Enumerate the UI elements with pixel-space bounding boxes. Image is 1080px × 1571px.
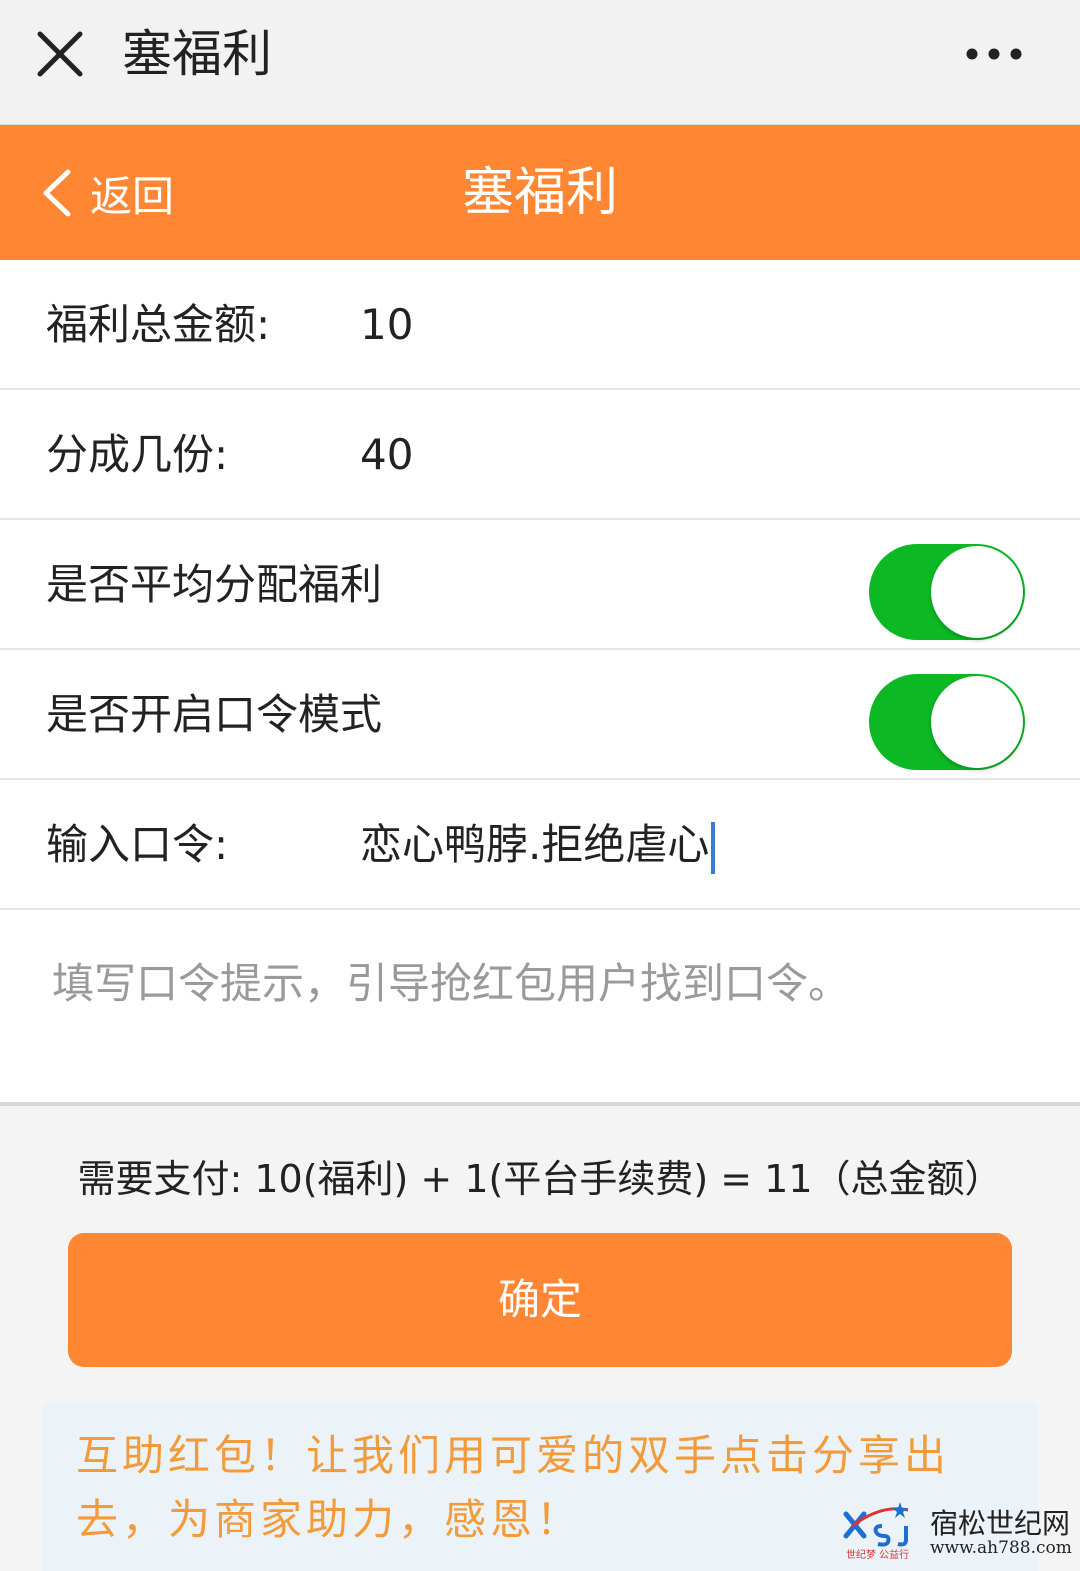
password-mode-row: 是否开启口令模式 <box>0 650 1080 780</box>
even-split-label: 是否平均分配福利 <box>46 560 383 609</box>
password-mode-toggle[interactable] <box>869 674 1025 770</box>
password-label: 输入口令: <box>46 820 229 869</box>
watermark-sub: 世纪梦 公益行 <box>846 1550 910 1561</box>
even-split-toggle[interactable] <box>869 544 1025 640</box>
total-amount-label: 福利总金额: <box>46 300 271 349</box>
window-title: 塞福利 <box>122 25 272 83</box>
page-title: 塞福利 <box>461 163 618 223</box>
toggle-knob <box>931 676 1023 768</box>
password-row: 输入口令: 恋心鸭脖.拒绝虐心 <box>0 780 1080 910</box>
toggle-knob <box>931 546 1023 638</box>
split-count-input[interactable]: 40 <box>360 390 413 520</box>
watermark-url: www.ah788.com <box>930 1538 1072 1558</box>
promo-text: 互助红包！让我们用可爱的双手点击分享出去，为商家助力，感恩！ <box>76 1431 951 1544</box>
password-input[interactable]: 恋心鸭脖.拒绝虐心 <box>360 780 716 910</box>
red-packet-form: 福利总金额: 10 分成几份: 40 是否平均分配福利 是否开启口令模式 输入口… <box>0 260 1080 910</box>
password-hint-textarea[interactable]: 填写口令提示，引导抢红包用户找到口令。 <box>0 910 1080 1106</box>
nav-bar: 返回 塞福利 <box>0 125 1080 260</box>
confirm-button[interactable]: 确定 <box>68 1233 1012 1367</box>
split-count-row: 分成几份: 40 <box>0 390 1080 520</box>
split-count-label: 分成几份: <box>46 430 229 479</box>
window-title-bar: 塞福利 <box>0 0 1080 125</box>
total-amount-input[interactable]: 10 <box>360 260 413 390</box>
password-value: 恋心鸭脖.拒绝虐心 <box>360 820 710 869</box>
password-mode-label: 是否开启口令模式 <box>46 690 383 739</box>
watermark: 世纪梦 公益行 宿松世纪网 www.ah788.com <box>842 1498 1074 1564</box>
more-dots-icon[interactable] <box>964 44 1024 64</box>
even-split-row: 是否平均分配福利 <box>0 520 1080 650</box>
watermark-name: 宿松世纪网 <box>930 1507 1071 1540</box>
password-hint-placeholder: 填写口令提示，引导抢红包用户找到口令。 <box>52 959 851 1008</box>
text-cursor <box>711 821 716 874</box>
watermark-logo-icon <box>843 1502 909 1547</box>
payment-summary: 需要支付: 10(福利) + 1(平台手续费) = 11（总金额） <box>77 1157 1003 1201</box>
close-icon[interactable] <box>36 30 84 78</box>
total-amount-row: 福利总金额: 10 <box>0 260 1080 390</box>
